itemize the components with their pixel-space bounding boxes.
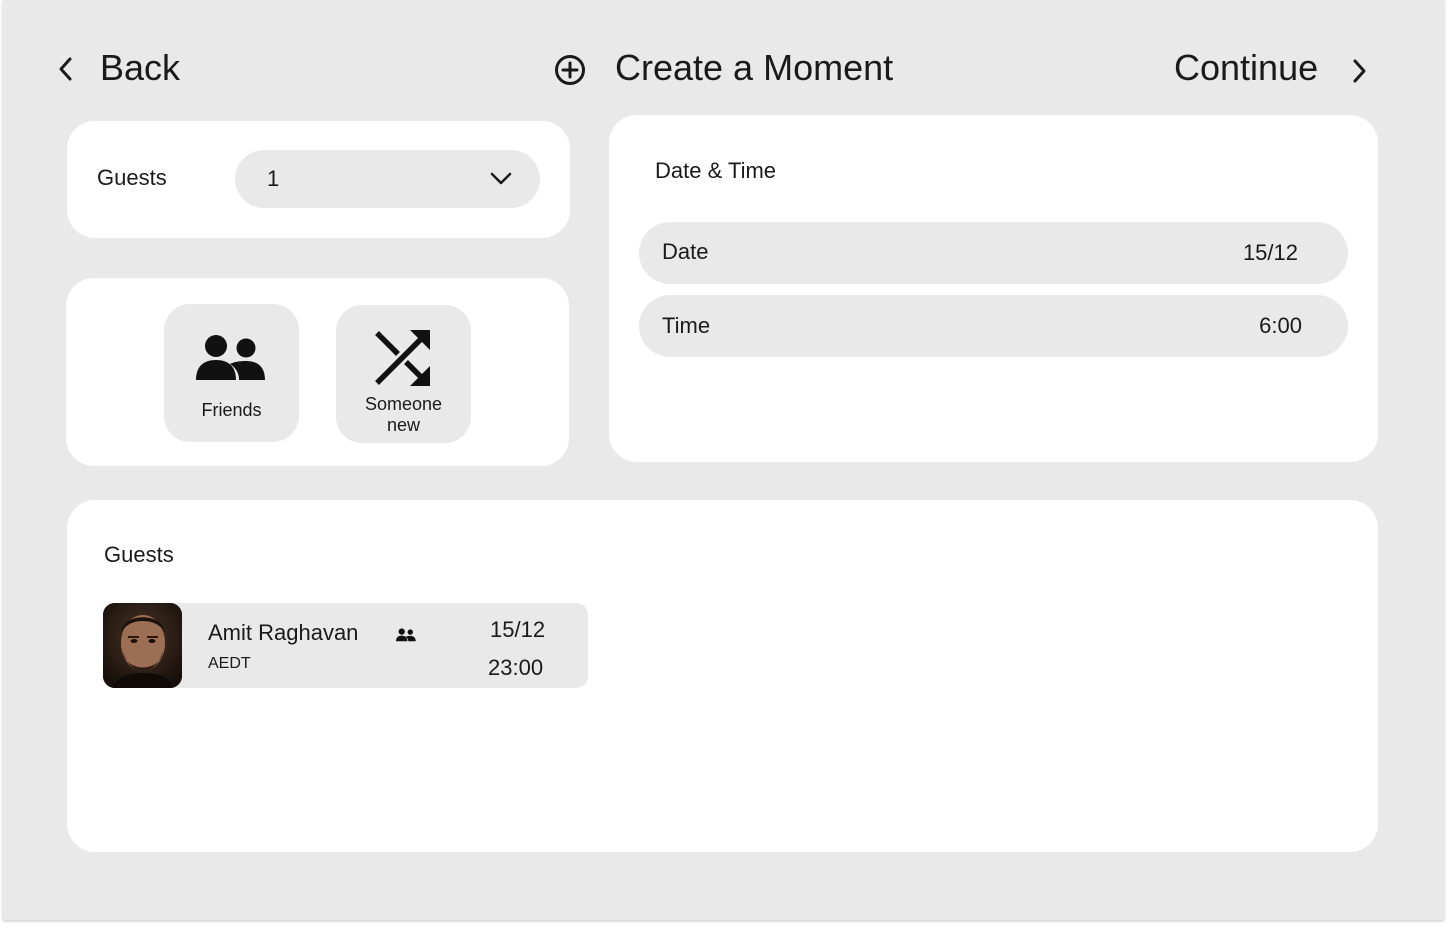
date-field[interactable]: Date 15/12 — [639, 222, 1348, 284]
add-circle-icon — [554, 54, 586, 86]
time-field[interactable]: Time 6:00 — [639, 295, 1348, 357]
avatar — [103, 603, 182, 688]
someone-new-option[interactable]: Someone new — [336, 305, 471, 443]
time-label: Time — [662, 313, 711, 338]
shuffle-icon — [374, 329, 432, 387]
continue-label: Continue — [1174, 47, 1319, 88]
time-value: 6:00 — [1259, 313, 1302, 338]
guests-count-label: Guests — [97, 165, 167, 190]
guests-list-card: Guests Amit Raghavan AEDT 15/12 23:00 — [67, 500, 1378, 852]
friends-option-label: Friends — [201, 400, 262, 420]
guests-count-select[interactable]: 1 — [235, 150, 540, 208]
friends-option[interactable]: Friends — [164, 304, 299, 442]
back-label: Back — [100, 47, 181, 88]
guest-name: Amit Raghavan — [208, 620, 359, 645]
guests-count-value: 1 — [267, 166, 280, 191]
someone-new-label-line1: Someone — [364, 394, 443, 414]
date-value: 15/12 — [1242, 240, 1298, 265]
guest-date: 15/12 — [490, 617, 546, 642]
continue-button[interactable]: Continue — [1171, 46, 1381, 90]
guests-count-card: Guests 1 — [67, 121, 570, 238]
guest-timezone: AEDT — [208, 655, 251, 672]
date-time-title: Date & Time — [655, 158, 777, 183]
chevron-left-icon — [58, 56, 74, 82]
people-icon — [196, 334, 266, 382]
someone-new-label-line2: new — [386, 415, 421, 435]
date-label: Date — [662, 239, 709, 264]
date-time-card: Date & Time Date 15/12 Time 6:00 — [609, 115, 1378, 462]
chevron-down-icon — [489, 170, 513, 186]
guest-time: 23:00 — [488, 655, 544, 680]
people-icon — [396, 628, 416, 642]
guests-list-title: Guests — [104, 542, 174, 567]
page-title: Create a Moment — [615, 47, 894, 88]
invite-options-card: Friends Someone new — [66, 278, 569, 466]
back-button[interactable]: Back — [53, 46, 193, 90]
guest-row[interactable]: Amit Raghavan AEDT 15/12 23:00 — [103, 603, 588, 688]
chevron-right-icon — [1351, 58, 1367, 84]
app-frame: Back Create a Moment Continue Guests 1 F… — [3, 0, 1444, 920]
